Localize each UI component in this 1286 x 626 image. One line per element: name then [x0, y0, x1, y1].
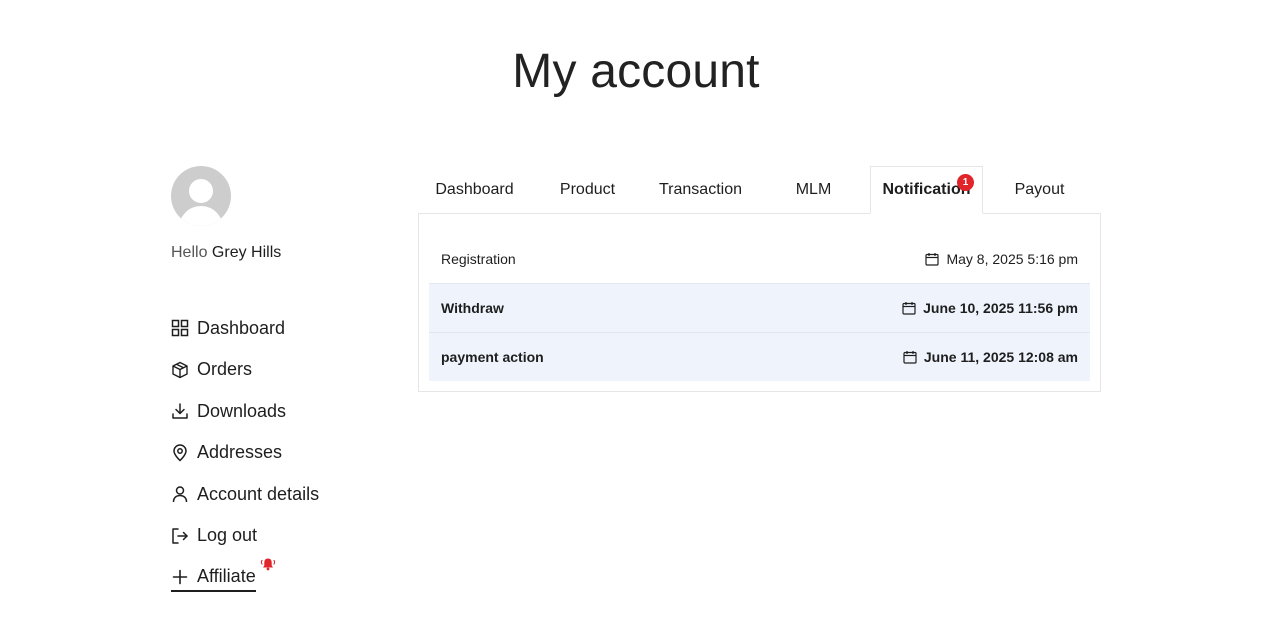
- tab-dashboard[interactable]: Dashboard: [418, 166, 531, 214]
- nav-item-orders[interactable]: Orders: [171, 356, 391, 384]
- notification-title: payment action: [441, 349, 544, 365]
- calendar-icon: [903, 350, 917, 364]
- nav-label: Log out: [197, 525, 258, 546]
- nav-label: Downloads: [197, 400, 287, 421]
- notification-date-text: June 11, 2025 12:08 am: [923, 349, 1078, 365]
- nav-label: Dashboard: [197, 317, 286, 338]
- notification-count-badge: 1: [957, 174, 974, 191]
- nav-item-logout[interactable]: Log out: [171, 522, 391, 550]
- bell-ringing-icon: [260, 556, 276, 572]
- notification-panel: Registration May 8, 2025 5:16 pm Withdra…: [418, 213, 1101, 392]
- tab-mlm[interactable]: MLM: [757, 166, 870, 214]
- account-sidebar: Hello Grey Hills Dashboard Orders Downlo…: [171, 166, 391, 592]
- tab-label: Dashboard: [435, 180, 514, 198]
- calendar-icon: [902, 301, 916, 315]
- tab-label: Product: [559, 180, 616, 198]
- greeting: Hello Grey Hills: [171, 244, 391, 264]
- notification-title: Withdraw: [441, 300, 504, 316]
- tab-label: Transaction: [659, 180, 742, 198]
- notification-date: June 11, 2025 12:08 am: [903, 349, 1078, 365]
- account-tabs: Dashboard Product Transaction MLM Notifi…: [418, 166, 1096, 214]
- page-title: My account: [512, 45, 760, 98]
- account-nav: Dashboard Orders Downloads Addresses Acc…: [171, 314, 391, 605]
- map-pin-icon: [171, 444, 189, 462]
- nav-label: Affiliate: [197, 566, 256, 587]
- tab-transaction[interactable]: Transaction: [644, 166, 757, 214]
- tab-label: Payout: [1014, 180, 1065, 198]
- nav-item-addresses[interactable]: Addresses: [171, 439, 391, 467]
- tab-payout[interactable]: Payout: [983, 166, 1096, 214]
- avatar: [171, 166, 231, 226]
- nav-label: Orders: [197, 359, 253, 380]
- package-icon: [171, 361, 189, 379]
- grid-icon: [171, 319, 189, 337]
- notification-row[interactable]: payment action June 11, 2025 12:08 am: [429, 332, 1090, 381]
- greeting-text: Hello: [171, 244, 208, 261]
- nav-item-account-details[interactable]: Account details: [171, 480, 391, 508]
- tab-label: MLM: [795, 180, 832, 198]
- notification-date: May 8, 2025 5:16 pm: [925, 251, 1078, 267]
- notification-date: June 10, 2025 11:56 pm: [902, 300, 1078, 316]
- logout-icon: [171, 527, 189, 545]
- nav-label: Addresses: [197, 442, 283, 463]
- nav-label: Account details: [197, 483, 320, 504]
- nav-item-downloads[interactable]: Downloads: [171, 397, 391, 425]
- tab-product[interactable]: Product: [531, 166, 644, 214]
- notification-date-text: June 10, 2025 11:56 pm: [923, 300, 1078, 316]
- nav-item-affiliate[interactable]: Affiliate: [171, 558, 276, 592]
- notification-title: Registration: [441, 250, 516, 267]
- calendar-icon: [925, 252, 940, 266]
- nav-item-dashboard[interactable]: Dashboard: [171, 314, 391, 342]
- tab-notification[interactable]: Notification 1: [870, 166, 983, 214]
- plus-icon: [171, 568, 189, 586]
- notification-row[interactable]: Registration May 8, 2025 5:16 pm: [429, 234, 1090, 283]
- download-icon: [171, 402, 189, 420]
- notification-row[interactable]: Withdraw June 10, 2025 11:56 pm: [429, 283, 1090, 332]
- notification-list: Registration May 8, 2025 5:16 pm Withdra…: [429, 234, 1090, 381]
- user-icon: [171, 485, 189, 503]
- notification-date-text: May 8, 2025 5:16 pm: [946, 250, 1078, 267]
- user-name: Grey Hills: [211, 244, 282, 261]
